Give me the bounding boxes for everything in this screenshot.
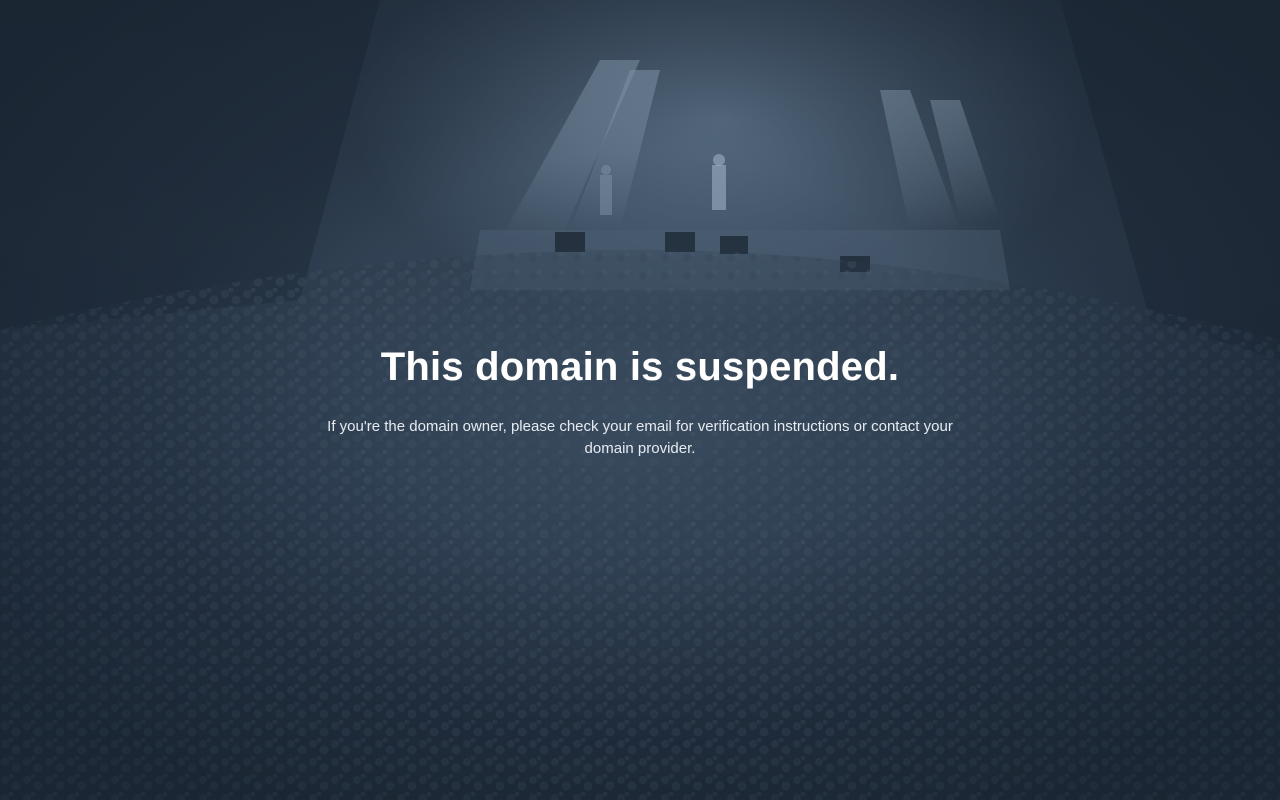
suspension-notice: This domain is suspended. If you're the … bbox=[0, 343, 1280, 460]
page-title: This domain is suspended. bbox=[380, 345, 900, 389]
suspension-message: If you're the domain owner, please check… bbox=[327, 418, 953, 457]
page-background: This domain is suspended. If you're the … bbox=[0, 0, 1280, 800]
